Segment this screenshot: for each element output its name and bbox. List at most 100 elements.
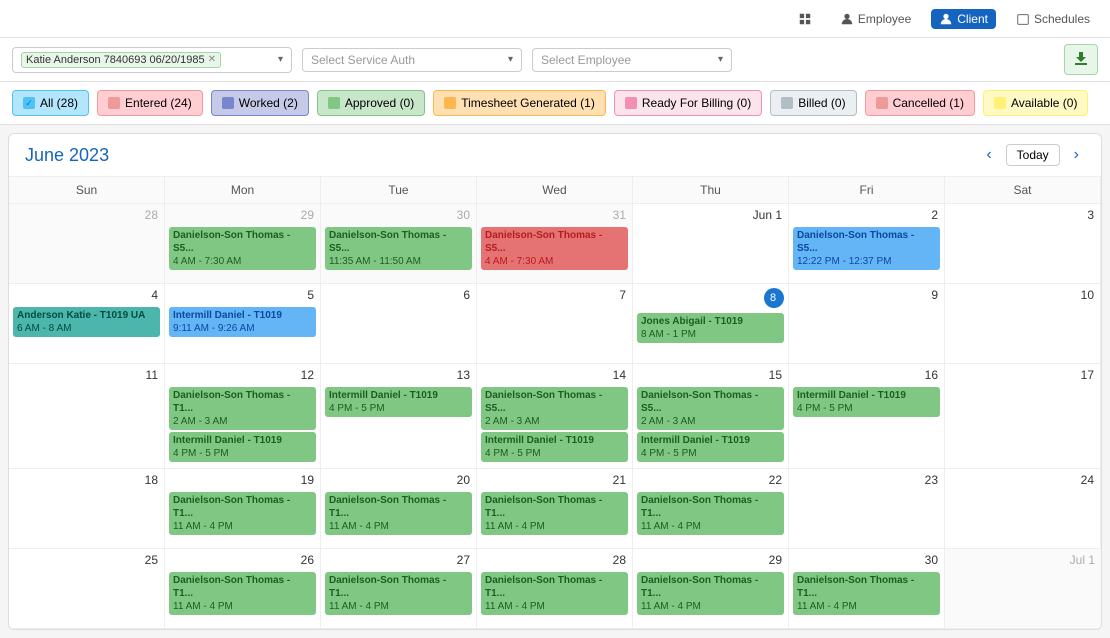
calendar-nav: ‹ Today ›	[980, 144, 1085, 166]
day-num-3-3: 21	[613, 473, 628, 487]
status-btn-approved[interactable]: Approved (0)	[317, 90, 425, 116]
event-2-4-0[interactable]: Danielson-Son Thomas - S5...2 AM - 3 AM	[637, 387, 784, 430]
event-4-3-0[interactable]: Danielson-Son Thomas - T1...11 AM - 4 PM	[481, 572, 628, 615]
today-btn[interactable]: Today	[1006, 144, 1060, 166]
cal-cell-0-1[interactable]: 29Danielson-Son Thomas - S5...4 AM - 7:3…	[165, 204, 321, 284]
cal-cell-0-2[interactable]: 30Danielson-Son Thomas - S5...11:35 AM -…	[321, 204, 477, 284]
next-month-btn[interactable]: ›	[1068, 144, 1085, 166]
event-1-1-0[interactable]: Intermill Daniel - T10199:11 AM - 9:26 A…	[169, 307, 316, 337]
status-btn-billed[interactable]: Billed (0)	[770, 90, 856, 116]
cal-cell-1-5[interactable]: 9	[789, 284, 945, 364]
download-button[interactable]	[1064, 44, 1098, 75]
cal-cell-1-4[interactable]: 8Jones Abigail - T10198 AM - 1 PM	[633, 284, 789, 364]
event-2-4-1[interactable]: Intermill Daniel - T10194 PM - 5 PM	[637, 432, 784, 462]
day-num-4-3: 28	[613, 553, 628, 567]
cal-cell-4-6[interactable]: Jul 1	[945, 549, 1101, 629]
event-3-1-0[interactable]: Danielson-Son Thomas - T1...11 AM - 4 PM	[169, 492, 316, 535]
cal-cell-0-6[interactable]: 3	[945, 204, 1101, 284]
cal-cell-4-4[interactable]: 29Danielson-Son Thomas - T1...11 AM - 4 …	[633, 549, 789, 629]
cal-cell-3-6[interactable]: 24	[945, 469, 1101, 549]
event-2-5-0[interactable]: Intermill Daniel - T10194 PM - 5 PM	[793, 387, 940, 417]
nav-icon-btn[interactable]	[790, 9, 820, 29]
day-num-2-0: 11	[146, 368, 160, 382]
nav-employee-btn[interactable]: Employee	[832, 9, 919, 29]
cal-cell-2-3[interactable]: 14 Danielson-Son Thomas - S5...2 AM - 3 A…	[477, 364, 633, 469]
event-4-2-0[interactable]: Danielson-Son Thomas - T1...11 AM - 4 PM	[325, 572, 472, 615]
cal-cell-4-2[interactable]: 27Danielson-Son Thomas - T1...11 AM - 4 …	[321, 549, 477, 629]
event-2-3-0[interactable]: Danielson-Son Thomas - S5...2 AM - 3 AM	[481, 387, 628, 430]
event-2-3-1[interactable]: Intermill Daniel - T10194 PM - 5 PM	[481, 432, 628, 462]
cal-cell-2-1[interactable]: 12Danielson-Son Thomas - T1...2 AM - 3 A…	[165, 364, 321, 469]
event-0-3-0[interactable]: Danielson-Son Thomas - S5...4 AM - 7:30 …	[481, 227, 628, 270]
prev-month-btn[interactable]: ‹	[980, 144, 997, 166]
cal-cell-2-2[interactable]: 13Intermill Daniel - T10194 PM - 5 PM	[321, 364, 477, 469]
cal-cell-4-1[interactable]: 26Danielson-Son Thomas - T1...11 AM - 4 …	[165, 549, 321, 629]
cal-cell-0-3[interactable]: 31 Danielson-Son Thomas - S5...4 AM - 7:3…	[477, 204, 633, 284]
nav-schedules-label: Schedules	[1034, 12, 1090, 26]
status-btn-cancelled[interactable]: Cancelled (1)	[865, 90, 975, 116]
status-btn-entered[interactable]: Entered (24)	[97, 90, 203, 116]
cal-cell-1-0[interactable]: 4Anderson Katie - T1019 UA6 AM - 8 AM	[9, 284, 165, 364]
status-btn-available[interactable]: Available (0)	[983, 90, 1088, 116]
day-header-sun: Sun	[9, 177, 165, 204]
event-4-1-0[interactable]: Danielson-Son Thomas - T1...11 AM - 4 PM	[169, 572, 316, 615]
day-num-3-6: 24	[1081, 473, 1096, 487]
day-num-0-3: 31	[613, 208, 628, 222]
cal-cell-1-3[interactable]: 7	[477, 284, 633, 364]
status-btn-worked[interactable]: Worked (2)	[211, 90, 309, 116]
status-label-all: All (28)	[40, 96, 78, 110]
client-tag-close[interactable]: ✕	[208, 54, 216, 65]
cal-cell-0-5[interactable]: 2Danielson-Son Thomas - S5...12:22 PM - …	[789, 204, 945, 284]
event-0-5-0[interactable]: Danielson-Son Thomas - S5...12:22 PM - 1…	[793, 227, 940, 270]
cal-cell-2-4[interactable]: 15 Danielson-Son Thomas - S5...2 AM - 3 A…	[633, 364, 789, 469]
cal-cell-0-4[interactable]: Jun 1	[633, 204, 789, 284]
event-0-2-0[interactable]: Danielson-Son Thomas - S5...11:35 AM - 1…	[325, 227, 472, 270]
day-num-2-4: 15	[769, 368, 784, 382]
cal-cell-2-6[interactable]: 17	[945, 364, 1101, 469]
day-num-4-0: 25	[145, 553, 160, 567]
event-3-4-0[interactable]: Danielson-Son Thomas - T1...11 AM - 4 PM	[637, 492, 784, 535]
event-2-1-1[interactable]: Intermill Daniel - T10194 PM - 5 PM	[169, 432, 316, 462]
cal-cell-1-1[interactable]: 5 Intermill Daniel - T10199:11 AM - 9:26 …	[165, 284, 321, 364]
cal-cell-3-2[interactable]: 20Danielson-Son Thomas - T1...11 AM - 4 …	[321, 469, 477, 549]
cal-cell-4-0[interactable]: 25	[9, 549, 165, 629]
event-2-2-0[interactable]: Intermill Daniel - T10194 PM - 5 PM	[325, 387, 472, 417]
client-filter[interactable]: Katie Anderson 7840693 06/20/1985 ✕ ▾	[12, 47, 292, 73]
top-nav: Employee Client Schedules	[0, 0, 1110, 38]
client-chevron: ▾	[278, 54, 283, 65]
employee-filter[interactable]: Select Employee ▾	[532, 48, 732, 72]
cal-cell-3-3[interactable]: 21 Danielson-Son Thomas - T1...11 AM - 4 …	[477, 469, 633, 549]
nav-schedules-btn[interactable]: Schedules	[1008, 9, 1098, 29]
cal-cell-3-5[interactable]: 23	[789, 469, 945, 549]
event-1-4-0[interactable]: Jones Abigail - T10198 AM - 1 PM	[637, 313, 784, 343]
event-2-1-0[interactable]: Danielson-Son Thomas - T1...2 AM - 3 AM	[169, 387, 316, 430]
day-header-sat: Sat	[945, 177, 1101, 204]
cal-cell-1-6[interactable]: 10	[945, 284, 1101, 364]
cal-cell-1-2[interactable]: 6	[321, 284, 477, 364]
event-4-4-0[interactable]: Danielson-Son Thomas - T1...11 AM - 4 PM	[637, 572, 784, 615]
cal-cell-3-1[interactable]: 19Danielson-Son Thomas - T1...11 AM - 4 …	[165, 469, 321, 549]
cal-cell-2-0[interactable]: 11	[9, 364, 165, 469]
cal-cell-4-5[interactable]: 30Danielson-Son Thomas - T1...11 AM - 4 …	[789, 549, 945, 629]
status-label-billed: Billed (0)	[798, 96, 845, 110]
status-btn-timesheet_generated[interactable]: Timesheet Generated (1)	[433, 90, 606, 116]
nav-client-btn[interactable]: Client	[931, 9, 996, 29]
event-1-0-0[interactable]: Anderson Katie - T1019 UA6 AM - 8 AM	[13, 307, 160, 337]
event-3-3-0[interactable]: Danielson-Son Thomas - T1...11 AM - 4 PM	[481, 492, 628, 535]
day-num-1-1: 5	[307, 288, 316, 302]
day-header-fri: Fri	[789, 177, 945, 204]
status-btn-ready_for_billing[interactable]: Ready For Billing (0)	[614, 90, 762, 116]
cal-cell-3-4[interactable]: 22Danielson-Son Thomas - T1...11 AM - 4 …	[633, 469, 789, 549]
status-btn-all[interactable]: ✓All (28)	[12, 90, 89, 116]
cal-cell-3-0[interactable]: 18	[9, 469, 165, 549]
cal-cell-0-0[interactable]: 28	[9, 204, 165, 284]
cal-cell-4-3[interactable]: 28 Danielson-Son Thomas - T1...11 AM - 4 …	[477, 549, 633, 629]
event-4-5-0[interactable]: Danielson-Son Thomas - T1...11 AM - 4 PM	[793, 572, 940, 615]
event-3-2-0[interactable]: Danielson-Son Thomas - T1...11 AM - 4 PM	[325, 492, 472, 535]
cal-cell-2-5[interactable]: 16Intermill Daniel - T10194 PM - 5 PM	[789, 364, 945, 469]
service-auth-filter[interactable]: Select Service Auth ▾	[302, 48, 522, 72]
event-0-1-0[interactable]: Danielson-Son Thomas - S5...4 AM - 7:30 …	[169, 227, 316, 270]
day-num-2-3: 14	[613, 368, 628, 382]
day-num-1-6: 10	[1081, 288, 1096, 302]
day-header-thu: Thu	[633, 177, 789, 204]
